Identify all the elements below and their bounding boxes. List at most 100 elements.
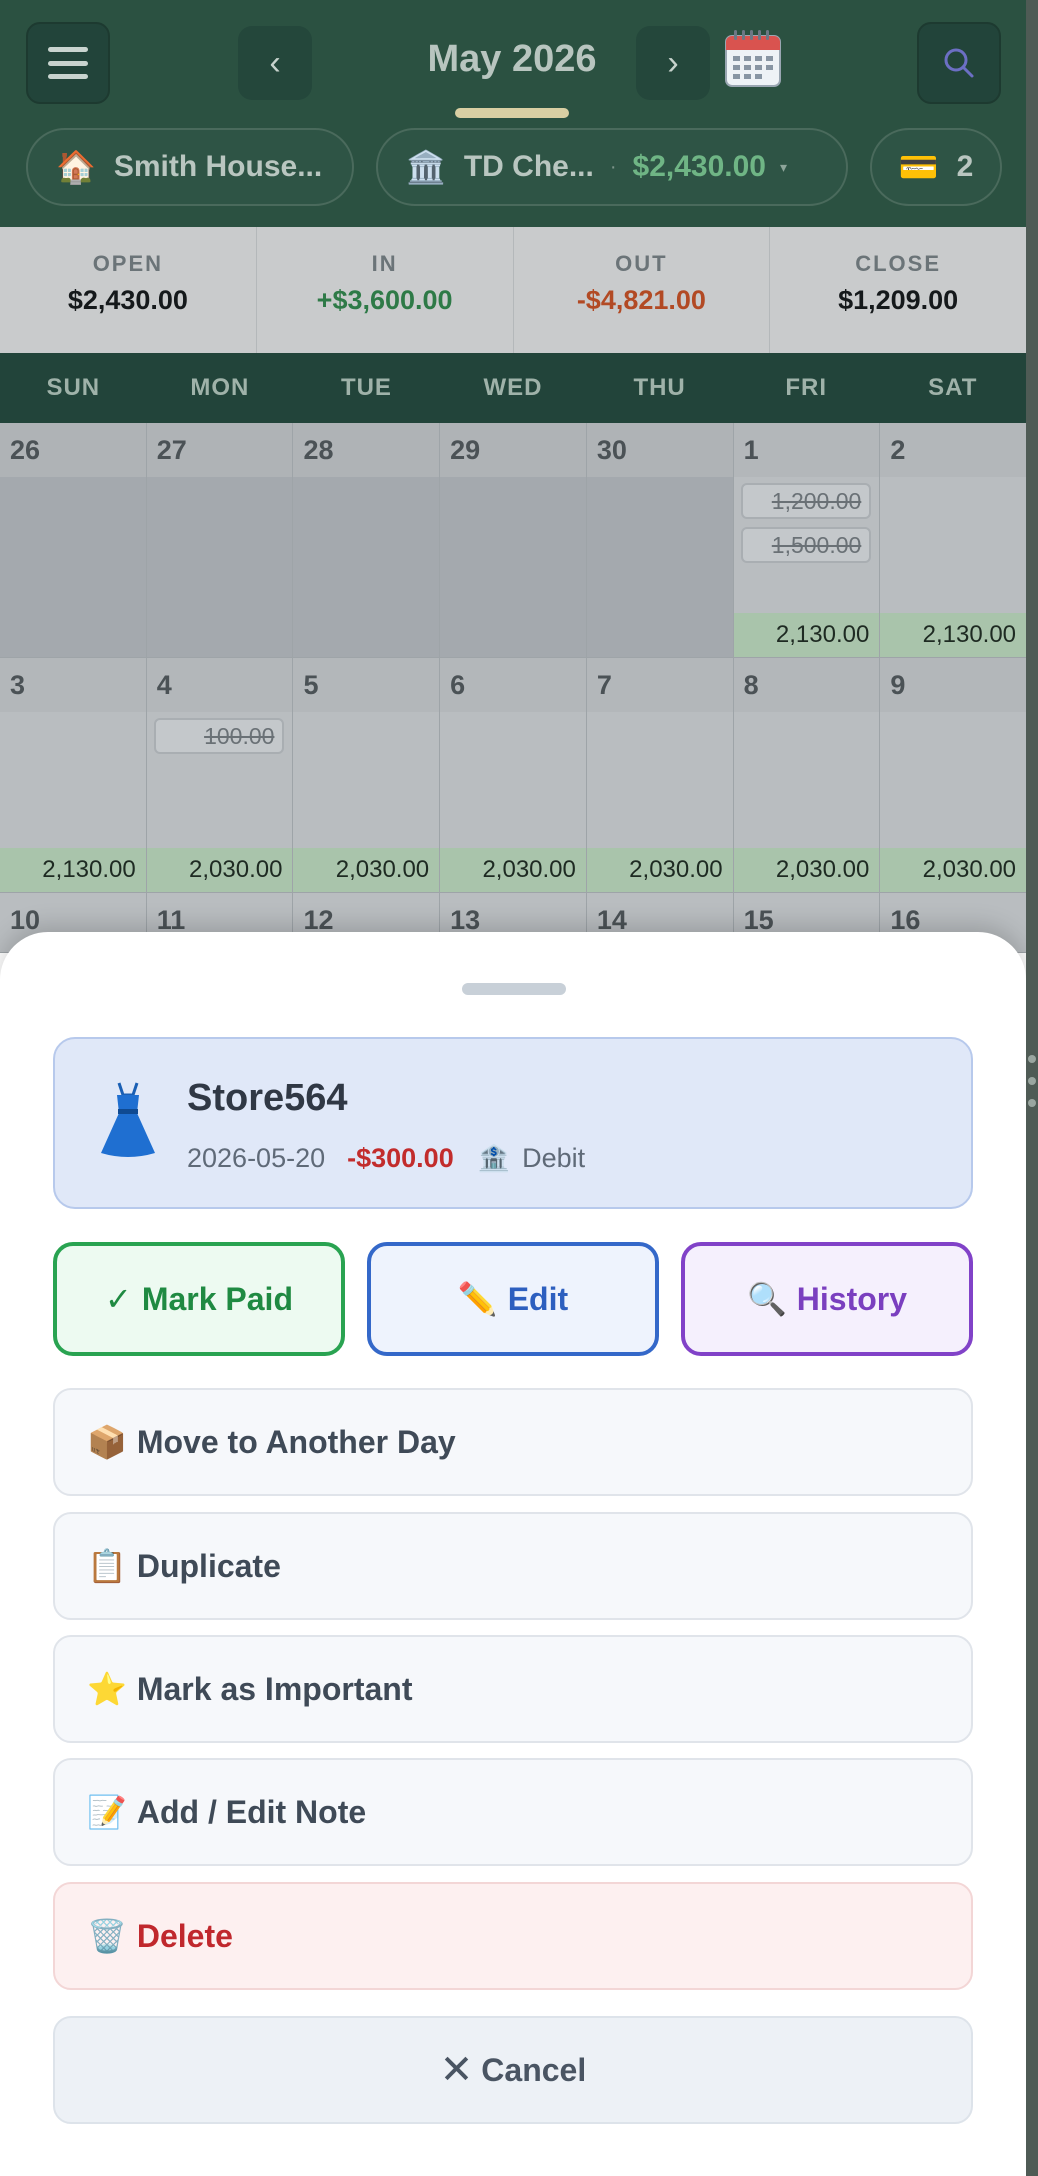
- day-number: 3: [10, 670, 26, 700]
- account-balance: $2,430.00: [632, 150, 766, 183]
- option-label: Move to Another Day: [136, 1423, 456, 1460]
- top-header: ‹ May 2026 › 🏠 Smith House... 🏛️ TD Che.…: [0, 0, 1026, 227]
- day-number: 9: [890, 670, 906, 700]
- add-edit-note-button[interactable]: 📝 Add / Edit Note: [53, 1758, 973, 1866]
- day-number: 2: [890, 435, 906, 465]
- mark-important-button[interactable]: ⭐ Mark as Important: [53, 1635, 973, 1743]
- summary-value: $2,430.00: [67, 285, 188, 315]
- weekday-label: MON: [190, 374, 250, 401]
- transaction-name: Store564: [187, 1077, 348, 1119]
- calendar-day[interactable]: 7 2,030.00: [586, 658, 734, 893]
- transaction-account-type: Debit: [522, 1143, 586, 1173]
- summary-label: IN: [371, 251, 398, 276]
- hamburger-icon: [48, 47, 88, 79]
- month-title[interactable]: May 2026: [340, 38, 684, 81]
- option-label: Delete: [136, 1917, 233, 1954]
- day-number: 26: [10, 435, 41, 465]
- summary-value: -$4,821.00: [576, 285, 706, 315]
- move-to-another-day-button[interactable]: 📦 Move to Another Day: [53, 1388, 973, 1496]
- calendar-day[interactable]: 4 100.00 2,030.00: [146, 658, 294, 893]
- summary-close: CLOSE $1,209.00: [770, 227, 1026, 353]
- weekday-label: SUN: [46, 374, 101, 401]
- household-selector[interactable]: 🏠 Smith House...: [26, 128, 354, 206]
- day-balance: 2,030.00: [586, 848, 733, 892]
- calendar-day[interactable]: 9 2,030.00: [880, 658, 1026, 893]
- package-icon: 📦: [87, 1424, 127, 1460]
- calendar-day[interactable]: 29: [440, 423, 587, 658]
- day-number: 8: [743, 670, 759, 700]
- duplicate-button[interactable]: 📋 Duplicate: [53, 1512, 973, 1620]
- transaction-chip[interactable]: 1,500.00: [741, 527, 872, 563]
- calendar-day[interactable]: 27: [146, 423, 294, 658]
- memo-icon: 📝: [87, 1794, 127, 1830]
- calendar-day[interactable]: 26: [0, 423, 147, 658]
- day-number: 1: [743, 435, 759, 465]
- summary-out: OUT -$4,821.00: [514, 227, 771, 353]
- calendar-day[interactable]: 6 2,030.00: [440, 658, 587, 893]
- transaction-summary-card: Store564 2026-05-20 -$300.00 🏦 Debit: [53, 1037, 973, 1209]
- option-label: Duplicate: [136, 1547, 281, 1584]
- mark-paid-button[interactable]: ✓ Mark Paid: [53, 1242, 345, 1356]
- day-number: 5: [303, 670, 319, 700]
- account-separator: ·: [609, 155, 617, 178]
- summary-label: CLOSE: [855, 251, 942, 276]
- calendar-day[interactable]: 2 2,130.00: [880, 423, 1026, 658]
- calendar-day[interactable]: 30: [586, 423, 734, 658]
- day-number: 30: [596, 435, 627, 465]
- summary-value: +$3,600.00: [316, 285, 453, 315]
- day-number: 29: [450, 435, 481, 465]
- summary-label: OUT: [615, 251, 668, 276]
- next-month-button[interactable]: ›: [636, 26, 710, 100]
- weekday-label: THU: [633, 374, 686, 401]
- transaction-chip[interactable]: 1,200.00: [741, 483, 872, 519]
- option-label: Mark as Important: [136, 1670, 413, 1707]
- calendar-icon[interactable]: [722, 28, 784, 90]
- mark-paid-label: Mark Paid: [141, 1280, 293, 1317]
- transaction-chip[interactable]: 100.00: [154, 718, 285, 754]
- transaction-date: 2026-05-20: [187, 1143, 326, 1173]
- history-button[interactable]: 🔍 History: [681, 1242, 973, 1356]
- transaction-amount: -$300.00: [347, 1143, 454, 1173]
- bank-icon: 🏦: [477, 1143, 511, 1173]
- search-icon: [944, 48, 974, 78]
- cards-count: 2: [956, 150, 974, 183]
- dress-icon: [101, 1082, 155, 1157]
- history-label: History: [796, 1280, 908, 1317]
- calendar-day[interactable]: 28: [293, 423, 441, 658]
- cancel-button[interactable]: ✕ Cancel: [53, 2016, 973, 2124]
- previous-month-button[interactable]: ‹: [238, 26, 312, 100]
- weekday-header: SUN MON TUE WED THU FRI SAT: [0, 353, 1026, 423]
- option-label: Add / Edit Note: [136, 1793, 367, 1830]
- calendar-day[interactable]: 3 2,130.00: [0, 658, 147, 893]
- weekday-label: FRI: [785, 374, 828, 401]
- account-selector[interactable]: 🏛️ TD Che... · $2,430.00 ▾: [376, 128, 848, 206]
- delete-button[interactable]: 🗑️ Delete: [53, 1882, 973, 1990]
- search-button[interactable]: [917, 22, 1001, 104]
- day-balance: 2,030.00: [880, 848, 1026, 892]
- close-icon: ✕: [439, 2048, 474, 2092]
- trash-icon: 🗑️: [87, 1918, 127, 1954]
- summary-label: OPEN: [92, 251, 164, 276]
- sheet-drag-handle[interactable]: [462, 983, 566, 995]
- calendar-week: 26 27 28 29 30 1 1,200.00 1,500.00 2,130…: [0, 423, 1026, 658]
- window-drag-handle[interactable]: [1028, 1055, 1038, 1125]
- calendar-day[interactable]: 5 2,030.00: [293, 658, 441, 893]
- menu-button[interactable]: [26, 22, 110, 104]
- weekday-label: SAT: [928, 374, 978, 401]
- primary-actions: ✓ Mark Paid ✏️ Edit 🔍 History: [53, 1242, 973, 1356]
- day-number: 27: [156, 435, 187, 465]
- edit-button[interactable]: ✏️ Edit: [367, 1242, 659, 1356]
- pencil-icon: ✏️: [457, 1281, 498, 1317]
- day-balance: 2,130.00: [880, 613, 1026, 657]
- calendar-week: 3 2,130.00 4 100.00 2,030.00 5 2,030.00 …: [0, 658, 1026, 893]
- summary-open: OPEN $2,430.00: [0, 227, 257, 353]
- calendar-day[interactable]: 1 1,200.00 1,500.00 2,130.00: [733, 423, 881, 658]
- credit-card-icon: 💳: [898, 149, 939, 185]
- day-balance: 2,030.00: [146, 848, 293, 892]
- calendar-day[interactable]: 8 2,030.00: [733, 658, 881, 893]
- day-number: 4: [156, 670, 172, 700]
- weekday-label: TUE: [340, 374, 392, 401]
- month-indicator: [455, 108, 569, 118]
- day-balance: 2,030.00: [293, 848, 440, 892]
- cards-selector[interactable]: 💳 2: [870, 128, 1002, 206]
